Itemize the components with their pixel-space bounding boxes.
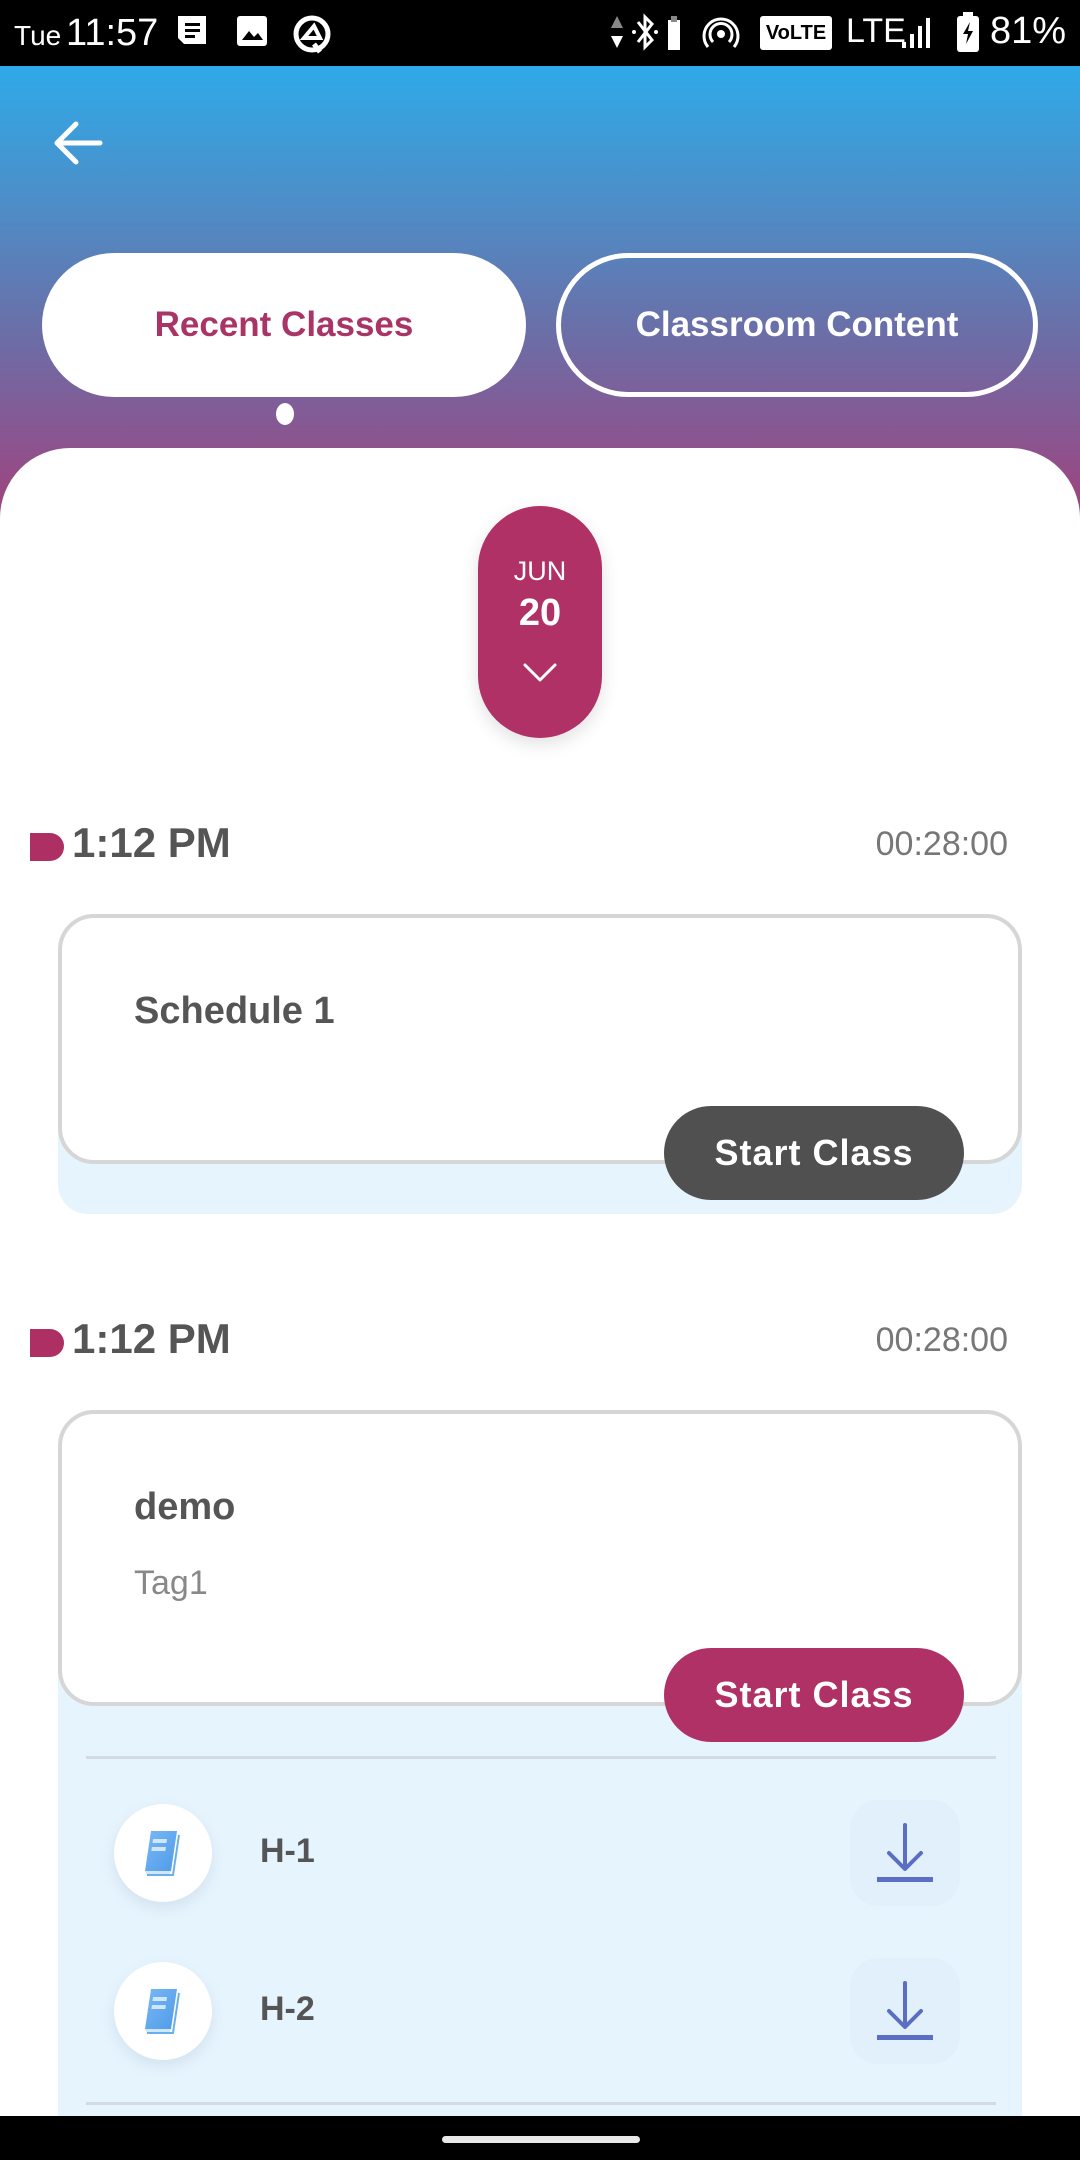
active-tab-indicator [276,403,294,425]
date-picker-button[interactable]: JUN 20 [478,506,602,738]
file-list-item[interactable]: H-2 [58,1946,1022,2076]
file-name: H-1 [260,1832,315,1870]
start-class-label: Start Class [714,1132,914,1173]
class-tag: Tag1 [134,1564,208,1602]
class-start-time: 1:12 PM [72,819,231,866]
image-icon [236,14,268,53]
bluetooth-icon [630,12,660,57]
time-marker-icon [30,833,64,861]
file-icon-wrapper [114,1962,212,2060]
signal-icon [902,16,932,53]
files-divider [86,2102,996,2105]
status-bar: Tue 11:57 VoLTE LTE 81% [0,0,1080,66]
status-time: 11:57 [66,12,159,54]
file-name: H-2 [260,1990,315,2028]
chevron-down-icon [523,663,557,682]
date-day: 20 [518,592,562,634]
start-class-button[interactable]: Start Class [664,1648,964,1742]
battery-percent: 81% [990,10,1067,52]
book-icon [145,1831,180,1876]
network-type: LTE [846,12,906,50]
tab-recent-classes[interactable]: Recent Classes [42,253,526,397]
class-title: demo [134,1486,236,1528]
download-button[interactable] [850,1958,960,2064]
class-duration: 00:28:00 [875,825,1008,863]
class-time-row: 1:12 PM 00:28:00 [0,815,1080,875]
class-title: Schedule 1 [134,990,335,1032]
download-icon [877,1981,933,2040]
time-marker-icon [30,1329,64,1357]
start-class-button[interactable]: Start Class [664,1106,964,1200]
message-icon [176,14,208,53]
tab-classroom-content[interactable]: Classroom Content [556,253,1038,397]
arrow-left-icon [54,121,103,165]
q-app-icon [292,14,332,59]
system-nav-bar [0,2116,1080,2160]
home-gesture-handle[interactable] [442,2136,640,2143]
class-start-time: 1:12 PM [72,1315,231,1362]
volte-badge: VoLTE [760,16,832,50]
battery-charging-icon [956,12,980,57]
battery-small-icon [668,16,680,55]
tab-recent-classes-label: Recent Classes [154,305,414,344]
date-month: JUN [513,556,567,586]
tab-classroom-content-label: Classroom Content [635,305,959,344]
file-list-item[interactable]: H-1 [58,1788,1022,1918]
download-icon [877,1823,933,1882]
back-button[interactable] [50,118,106,168]
start-class-label: Start Class [714,1674,914,1715]
book-icon [145,1989,180,2034]
data-arrows-icon [610,14,624,55]
files-divider [86,1756,996,1759]
file-icon-wrapper [114,1804,212,1902]
class-time-row: 1:12 PM 00:28:00 [0,1311,1080,1371]
hotspot-icon [702,14,740,57]
class-duration: 00:28:00 [875,1321,1008,1359]
download-button[interactable] [850,1800,960,1906]
status-day: Tue [14,20,62,51]
